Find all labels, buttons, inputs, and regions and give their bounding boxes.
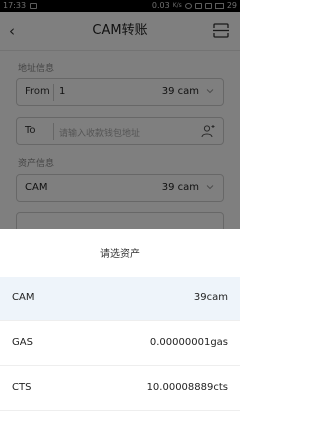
asset-name: CAM <box>12 292 35 303</box>
asset-name: GAS <box>12 337 33 348</box>
asset-amount: 10.00008889cts <box>146 382 228 393</box>
asset-name: CTS <box>12 382 32 393</box>
asset-row-gas[interactable]: GAS 0.00000001gas <box>0 322 240 366</box>
asset-amount: 0.00000001gas <box>149 337 228 348</box>
asset-row-cts[interactable]: CTS 10.00008889cts <box>0 367 240 411</box>
asset-picker-sheet: 请选资产 CAM 39cam GAS 0.00000001gas CTS 10.… <box>0 229 240 427</box>
sheet-title: 请选资产 <box>100 249 140 260</box>
asset-amount: 39cam <box>193 292 228 303</box>
asset-row-cam[interactable]: CAM 39cam <box>0 277 240 321</box>
